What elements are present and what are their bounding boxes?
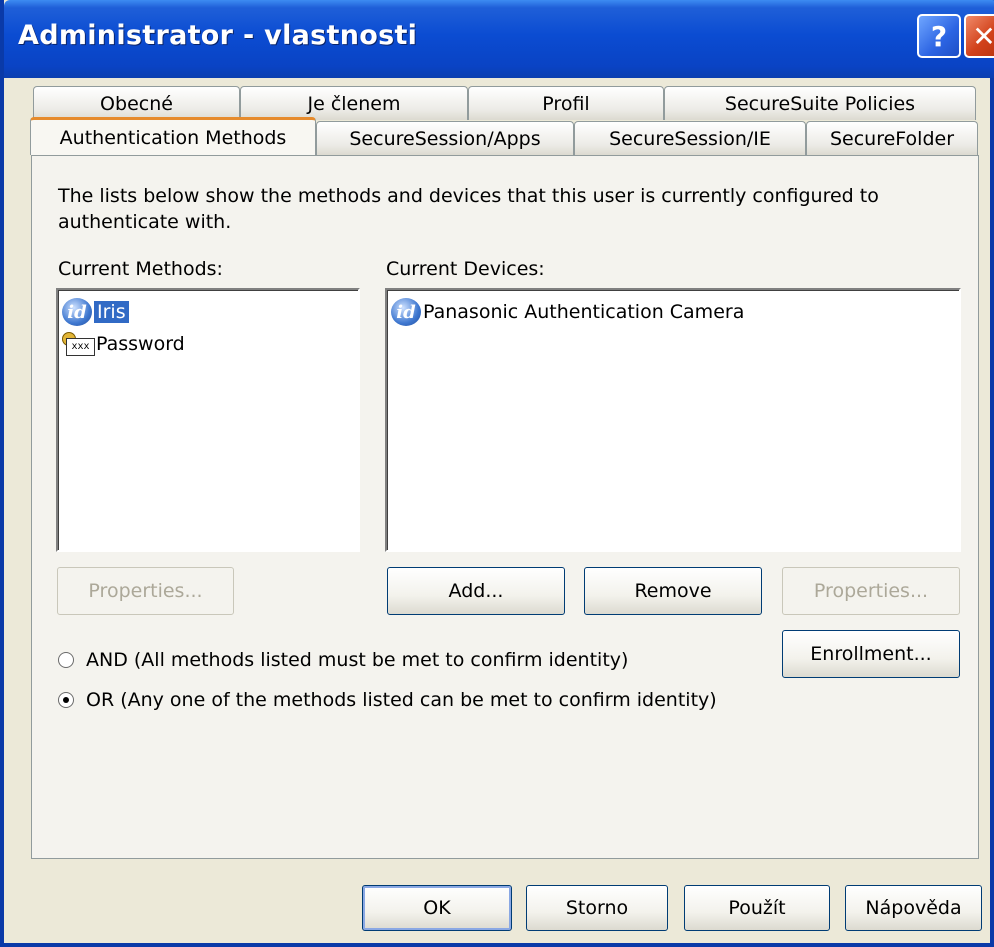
- radio-or-label: OR (Any one of the methods listed can be…: [86, 689, 717, 711]
- methods-listbox[interactable]: id Iris xxx Password: [56, 288, 360, 552]
- method-label: Iris: [94, 301, 129, 323]
- tab-securesession-ie[interactable]: SecureSession/IE: [574, 121, 806, 155]
- help-button[interactable]: Nápověda: [845, 885, 982, 931]
- tab-authentication-methods[interactable]: Authentication Methods: [30, 117, 316, 155]
- cancel-button[interactable]: Storno: [526, 885, 668, 931]
- window-title: Administrator - vlastnosti: [18, 20, 418, 51]
- radio-and-indicator[interactable]: [58, 652, 74, 668]
- description-text: The lists below show the methods and dev…: [58, 185, 879, 233]
- remove-button[interactable]: Remove: [584, 567, 762, 615]
- tab-securesession-apps[interactable]: SecureSession/Apps: [316, 121, 574, 155]
- tab-je-clenem[interactable]: Je členem: [240, 86, 468, 120]
- close-icon[interactable]: ✕: [964, 14, 994, 58]
- radio-and-label: AND (All methods listed must be met to c…: [86, 649, 629, 671]
- apply-button[interactable]: Použít: [684, 885, 830, 931]
- camera-id-icon: id: [391, 298, 421, 326]
- current-devices-label: Current Devices:: [386, 258, 545, 280]
- iris-id-icon: id: [62, 298, 92, 326]
- title-bar[interactable]: Administrator - vlastnosti ? ✕: [4, 0, 994, 78]
- ok-button[interactable]: OK: [362, 885, 512, 931]
- devices-properties-button[interactable]: Properties...: [782, 567, 960, 615]
- password-key-icon: xxx: [62, 332, 95, 356]
- list-item[interactable]: id Iris: [62, 298, 129, 326]
- current-methods-label: Current Methods:: [58, 258, 223, 280]
- tab-profil[interactable]: Profil: [468, 86, 664, 120]
- method-label: Password: [96, 333, 185, 355]
- methods-properties-button[interactable]: Properties...: [57, 567, 234, 615]
- list-item[interactable]: xxx Password: [62, 330, 185, 358]
- radio-or[interactable]: OR (Any one of the methods listed can be…: [58, 689, 717, 711]
- list-item[interactable]: id Panasonic Authentication Camera: [391, 298, 744, 326]
- enrollment-button[interactable]: Enrollment...: [782, 630, 960, 678]
- radio-or-indicator[interactable]: [58, 692, 74, 708]
- tab-securefolder[interactable]: SecureFolder: [806, 121, 978, 155]
- help-icon[interactable]: ?: [917, 14, 961, 58]
- tab-obecne[interactable]: Obecné: [33, 86, 240, 120]
- devices-listbox[interactable]: id Panasonic Authentication Camera: [385, 288, 961, 552]
- radio-and[interactable]: AND (All methods listed must be met to c…: [58, 649, 628, 671]
- device-label: Panasonic Authentication Camera: [423, 301, 745, 323]
- add-button[interactable]: Add...: [387, 567, 565, 615]
- tab-securesuite-policies[interactable]: SecureSuite Policies: [664, 86, 976, 120]
